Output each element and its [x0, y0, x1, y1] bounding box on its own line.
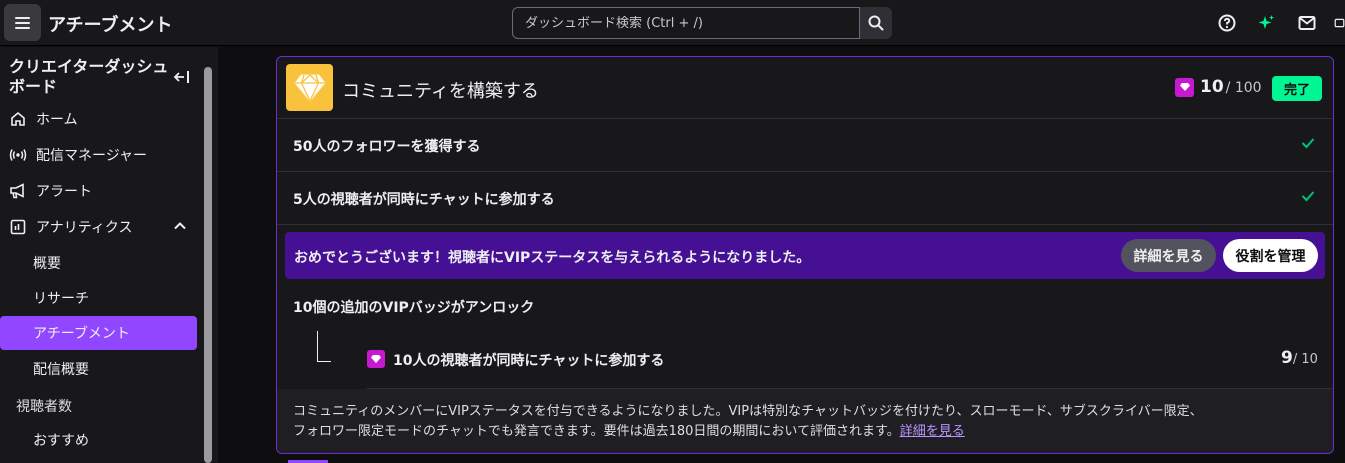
search-icon — [868, 15, 884, 31]
sidebar-item-alerts[interactable]: アラート — [0, 174, 197, 208]
sidebar-item-label: アラート — [36, 184, 92, 200]
complete-badge: 完了 — [1272, 76, 1322, 101]
card-footer: コミュニティのメンバーにVIPステータスを付与できるようになりました。VIPは特… — [277, 389, 1333, 453]
chevron-up-icon — [174, 222, 186, 230]
points-value: 10 — [1200, 77, 1224, 97]
top-bar: アチーブメント — [0, 0, 1345, 46]
check-icon — [1301, 191, 1315, 202]
sidebar-item-label: アナリティクス — [36, 220, 133, 236]
vip-unlocked-banner: おめでとうございます！視聴者にVIPステータスを与えられるようになりました。 詳… — [285, 232, 1325, 279]
sparkle-icon[interactable] — [1256, 13, 1276, 33]
footer-text-line2: フォロワー限定モードのチャットでも発言できます。要件は過去180日間の期間におい… — [293, 424, 900, 439]
tree-connector — [317, 331, 318, 361]
progress-value: 9 — [1281, 348, 1293, 368]
sidebar-item-label: 概要 — [33, 256, 61, 272]
task-row: 50人のフォロワーを獲得する — [277, 119, 1333, 172]
view-details-button[interactable]: 詳細を見る — [1121, 239, 1216, 272]
sidebar-item-research[interactable]: リサーチ — [0, 281, 197, 315]
sidebar: クリエイターダッシュボード ホーム 配信マネージャー アラート アナリティクス — [0, 47, 218, 463]
sidebar-item-label: リサーチ — [33, 291, 89, 307]
window-icon[interactable] — [1334, 13, 1345, 33]
sidebar-title: クリエイターダッシュボード — [9, 57, 169, 96]
sidebar-item-overview[interactable]: 概要 — [0, 246, 197, 280]
progress-total: / 10 — [1292, 352, 1318, 367]
sidebar-item-label: ホーム — [36, 112, 78, 128]
unlock-title: 10個の追加のVIPバッジがアンロック — [293, 300, 535, 316]
gem-icon — [1175, 77, 1194, 97]
sidebar-category-viewers: 視聴者数 — [16, 399, 72, 415]
sidebar-item-label: アチーブメント — [33, 326, 130, 342]
sidebar-scrollbar[interactable] — [204, 67, 212, 463]
manage-roles-button[interactable]: 役割を管理 — [1223, 239, 1318, 272]
sidebar-item-stream-manager[interactable]: 配信マネージャー — [0, 138, 197, 172]
mail-icon[interactable] — [1297, 13, 1317, 33]
megaphone-icon — [9, 182, 27, 200]
sub-task-row: 10人の視聴者が同時にチャットに参加する 9 / 10 — [367, 341, 1333, 389]
help-icon[interactable] — [1217, 13, 1237, 33]
task-label: 50人のフォロワーを獲得する — [293, 139, 481, 155]
banner-message: おめでとうございます！視聴者にVIPステータスを与えられるようになりました。 — [294, 250, 811, 266]
sidebar-item-home[interactable]: ホーム — [0, 102, 197, 136]
search-button[interactable] — [860, 7, 892, 39]
sub-task-label: 10人の視聴者が同時にチャットに参加する — [393, 353, 665, 369]
check-icon — [1301, 138, 1315, 149]
sidebar-item-label: おすすめ — [33, 433, 89, 449]
gem-icon — [367, 350, 385, 368]
sidebar-item-label: 配信マネージャー — [36, 148, 148, 164]
sidebar-item-achievements[interactable]: アチーブメント — [0, 316, 197, 350]
task-row: 5人の視聴者が同時にチャットに参加する — [277, 172, 1333, 225]
search-box[interactable] — [512, 7, 860, 39]
footer-text-line2-wrap: フォロワー限定モードのチャットでも発言できます。要件は過去180日間の期間におい… — [293, 422, 1317, 442]
page-title: アチーブメント — [48, 15, 173, 36]
search-input[interactable] — [525, 15, 847, 31]
learn-more-link[interactable]: 詳細を見る — [900, 424, 965, 439]
task-label: 5人の視聴者が同時にチャットに参加する — [293, 192, 555, 208]
sidebar-item-recommended[interactable]: おすすめ — [0, 423, 197, 457]
footer-text-line1: コミュニティのメンバーにVIPステータスを付与できるようになりました。VIPは特… — [293, 404, 1203, 419]
home-icon — [9, 110, 27, 128]
diamond-badge-icon — [286, 64, 333, 111]
analytics-icon — [9, 218, 27, 236]
hamburger-icon[interactable] — [4, 4, 41, 41]
sub-task-progress: 9 / 10 — [1281, 348, 1318, 368]
broadcast-icon — [9, 146, 27, 164]
collapse-sidebar-icon[interactable] — [172, 67, 192, 87]
sidebar-item-analytics[interactable]: アナリティクス — [0, 210, 197, 244]
card-title: コミュニティを構築する — [342, 81, 539, 102]
card-header: コミュニティを構築する 10 / 100 完了 — [277, 57, 1333, 119]
sidebar-item-label: 配信概要 — [33, 362, 89, 378]
points-total: / 100 — [1225, 80, 1262, 96]
tree-connector — [317, 361, 331, 362]
points-display: 10 / 100 — [1175, 77, 1262, 97]
achievement-card: コミュニティを構築する 10 / 100 完了 50人のフォロワーを獲得する 5… — [276, 56, 1334, 454]
sidebar-item-stream-summary[interactable]: 配信概要 — [0, 352, 197, 386]
